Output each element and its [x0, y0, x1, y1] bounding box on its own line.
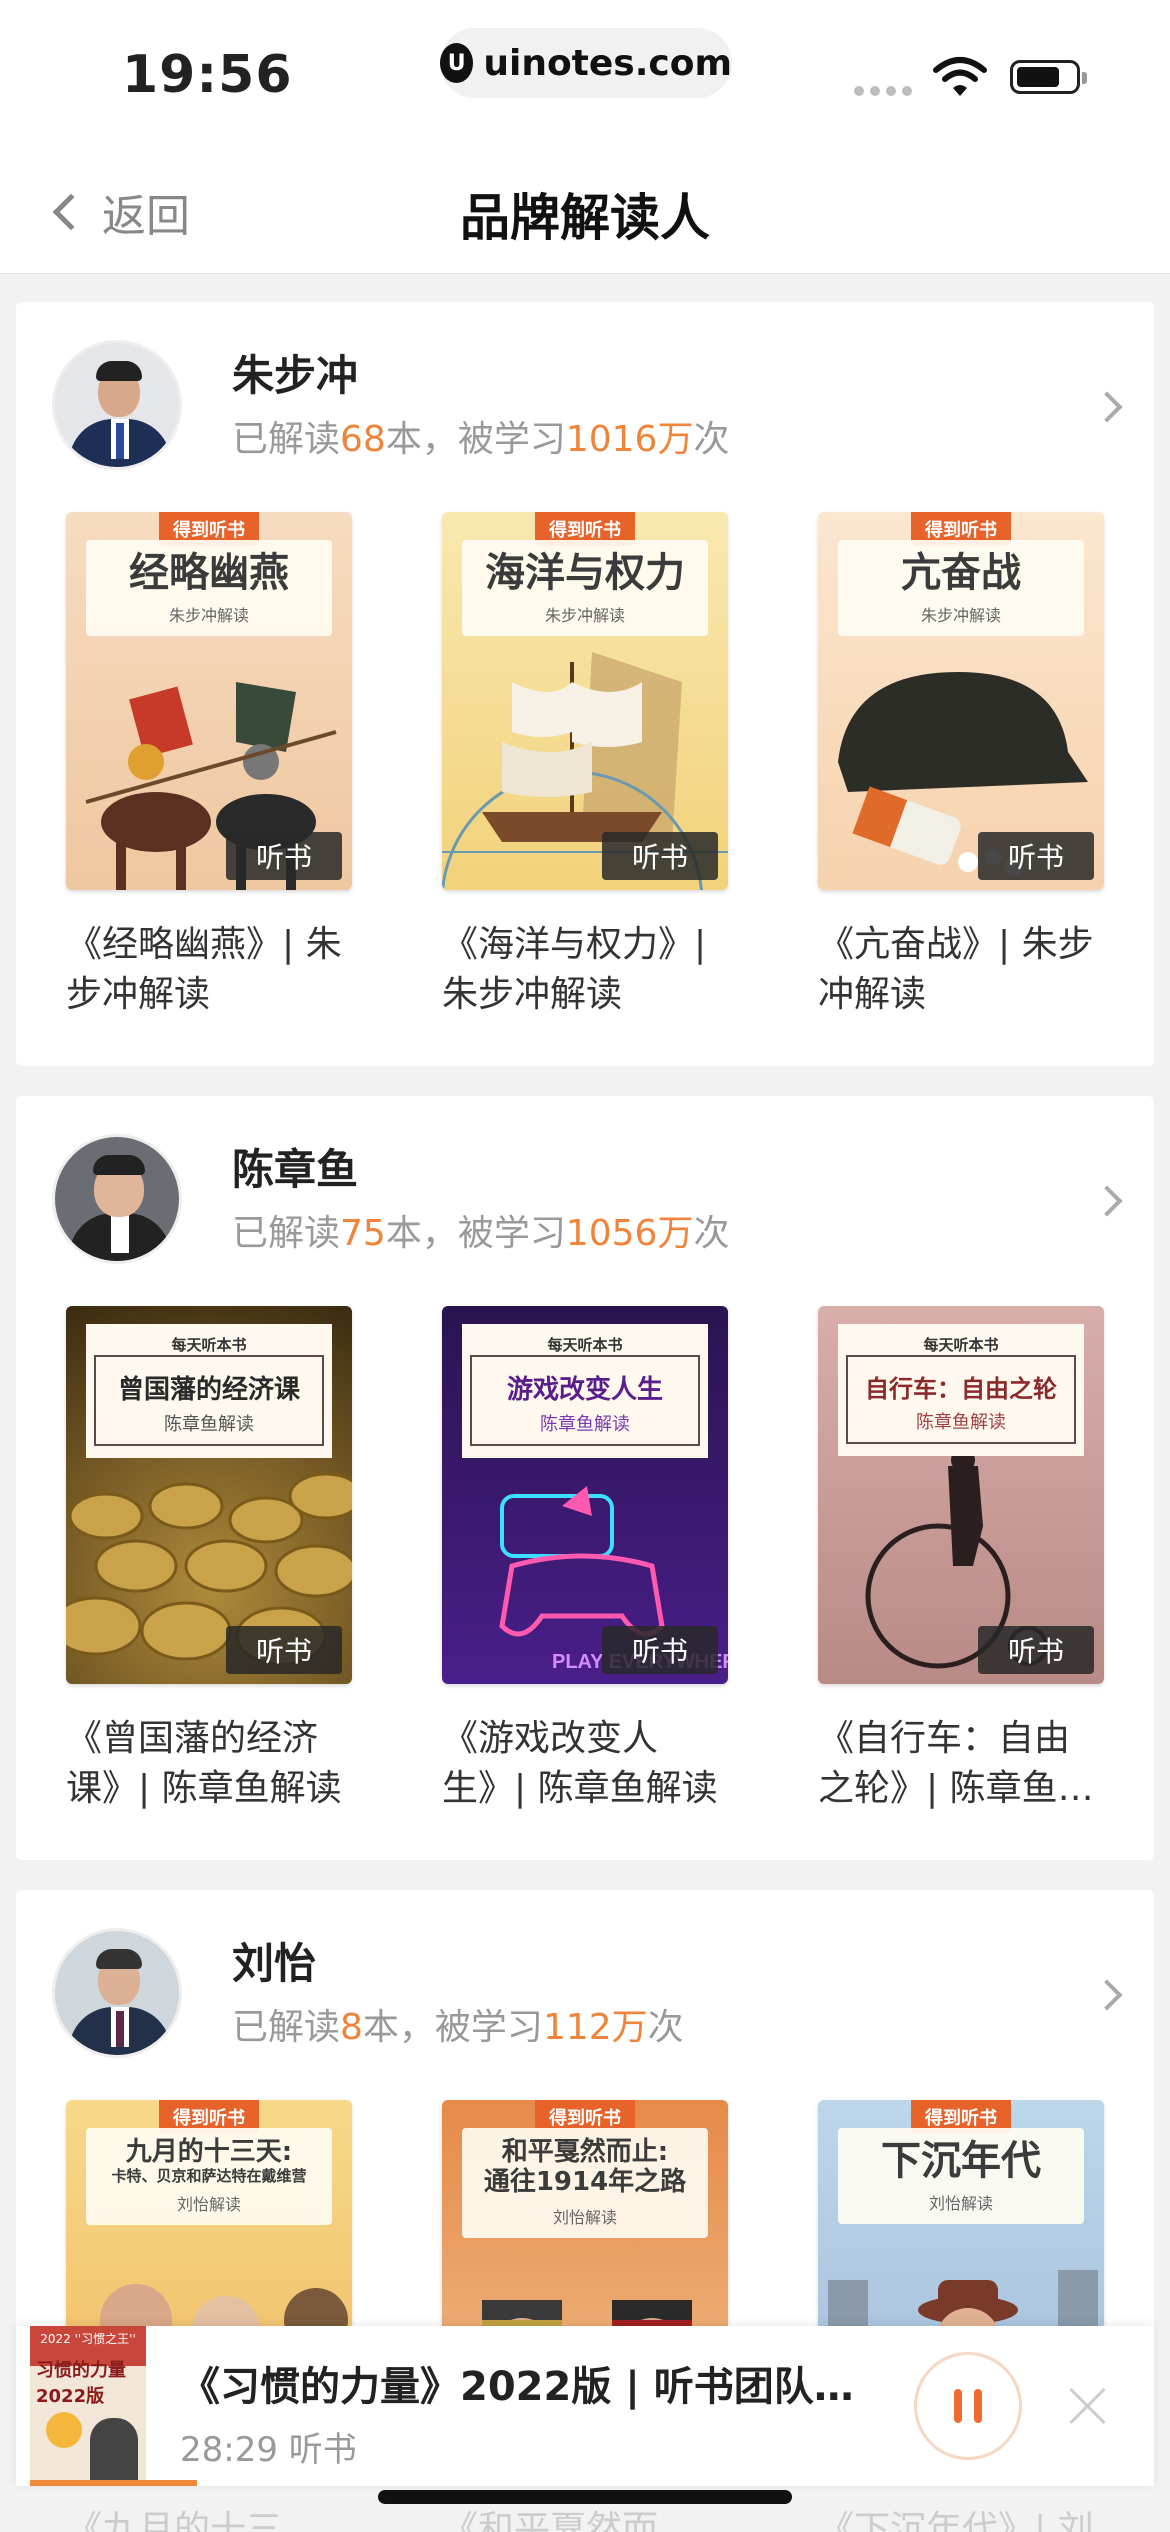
book-cover: PLAY EVERYWHERE 每天听本书 游戏改变人生陈章鱼解读 听书 — [442, 1306, 728, 1684]
author-name: 朱步冲 — [232, 351, 359, 400]
book-item[interactable]: 得到听书 海洋与权力 朱步冲解读 听书 《海洋与权力》| 朱步冲解读 — [442, 512, 728, 1020]
chevron-right-icon[interactable] — [1091, 1185, 1123, 1217]
book-title: 《曾国藩的经济课》| 陈章鱼解读 — [66, 1718, 342, 1809]
cover-title-plate: 亢奋战 朱步冲解读 — [838, 540, 1084, 636]
avatar — [52, 1928, 182, 2058]
author-stats: 已解读68本，被学习1016万次 — [232, 419, 730, 460]
page-title: 品牌解读人 — [460, 189, 710, 247]
cover-title-plate: 每天听本书 游戏改变人生 陈章鱼解读 — [462, 1324, 708, 1458]
player-subtitle: 28:29 听书 — [180, 2430, 357, 2470]
cover-title-plate: 下沉年代 刘怡解读 — [838, 2128, 1084, 2224]
cover-title-plate: 经略幽燕 朱步冲解读 — [86, 540, 332, 636]
nav-bar: 返回 品牌解读人 — [0, 140, 1170, 274]
book-item[interactable]: 每天听本书 曾国藩的经济课 陈章鱼解读 听书 《曾国藩的经济课》| 陈章鱼解读 — [66, 1306, 352, 1814]
cover-title-plate: 和平戛然而止: 通往1914年之路 刘怡解读 — [462, 2128, 708, 2238]
status-bar: 19:56 U uinotes.com — [0, 0, 1170, 140]
book-cover: 得到听书 海洋与权力 朱步冲解读 听书 — [442, 512, 728, 890]
cover-title-plate: 海洋与权力 朱步冲解读 — [462, 540, 708, 636]
book-title-peek: 《下沉年代》| 刘 — [818, 2509, 1094, 2532]
book-title: 《经略幽燕》| 朱步冲解读 — [66, 924, 342, 1015]
listen-badge: 听书 — [602, 1626, 718, 1674]
player-title: 《习惯的力量》2022版 | 听书团队… — [180, 2364, 854, 2410]
book-item[interactable]: 得到听书 亢奋战 朱步冲解读 听书 《亢奋战》| 朱步冲解读 — [818, 512, 1104, 1020]
book-cover: 每天听本书 自行车：自由之轮 陈章鱼解读 听书 — [818, 1306, 1104, 1684]
book-title-peek: 《和平戛然而 — [442, 2509, 659, 2532]
url-pill[interactable]: U uinotes.com — [440, 28, 732, 98]
mini-player[interactable]: 2022 ''习惯之王'' 习惯的力量 2022版 《习惯的力量》2022版 |… — [16, 2326, 1154, 2486]
book-item[interactable]: 得到听书 经略幽燕 朱步冲解读 听书 《经略幽燕》| 朱步冲解读 — [66, 512, 352, 1020]
book-title: 《自行车：自由之轮》| 陈章鱼… — [818, 1718, 1094, 1809]
home-indicator — [378, 2490, 792, 2504]
listen-badge: 听书 — [978, 832, 1094, 880]
listen-badge: 听书 — [978, 1626, 1094, 1674]
book-cover: 得到听书 经略幽燕 朱步冲解读 听书 — [66, 512, 352, 890]
book-item[interactable]: PLAY EVERYWHERE 每天听本书 游戏改变人生陈章鱼解读 听书 《游戏… — [442, 1306, 728, 1814]
player-cover: 2022 ''习惯之王'' 习惯的力量 2022版 — [30, 2326, 146, 2486]
avatar — [52, 1134, 182, 1264]
wifi-icon — [933, 57, 987, 96]
player-progress — [30, 2480, 197, 2486]
author-card[interactable]: 朱步冲 已解读68本，被学习1016万次 得到听书 经略幽燕 朱步冲解读 听书 … — [16, 302, 1154, 1066]
author-stats: 已解读75本，被学习1056万次 — [232, 1213, 730, 1254]
cover-title-plate: 每天听本书 曾国藩的经济课 陈章鱼解读 — [86, 1324, 332, 1458]
site-logo-icon: U — [440, 43, 474, 83]
author-stats: 已解读8本，被学习112万次 — [232, 2007, 684, 2048]
author-name: 陈章鱼 — [232, 1145, 359, 1194]
book-title-peek: 《九月的十三 — [66, 2509, 283, 2532]
chevron-right-icon[interactable] — [1091, 1979, 1123, 2011]
avatar — [52, 340, 182, 470]
book-item[interactable]: 每天听本书 自行车：自由之轮 陈章鱼解读 听书 《自行车：自由之轮》| 陈章鱼… — [818, 1306, 1104, 1814]
book-cover: 得到听书 亢奋战 朱步冲解读 听书 — [818, 512, 1104, 890]
chevron-right-icon[interactable] — [1091, 391, 1123, 423]
pause-button[interactable] — [914, 2352, 1022, 2460]
book-title: 《游戏改变人生》| 陈章鱼解读 — [442, 1718, 718, 1809]
cover-title-plate: 每天听本书 自行车：自由之轮 陈章鱼解读 — [838, 1324, 1084, 1456]
listen-badge: 听书 — [602, 832, 718, 880]
cover-title-plate: 九月的十三天: 卡特、贝京和萨达特在戴维营 刘怡解读 — [86, 2128, 332, 2226]
battery-icon — [1010, 60, 1087, 94]
signal-icon — [854, 86, 912, 96]
book-title: 《海洋与权力》| 朱步冲解读 — [442, 924, 707, 1015]
listen-badge: 听书 — [226, 832, 342, 880]
url-text: uinotes.com — [483, 42, 732, 84]
author-name: 刘怡 — [232, 1939, 317, 1988]
author-card[interactable]: 刘怡 已解读8本，被学习112万次 得到听书 九月的十三天: 卡特、贝京和萨达特… — [16, 1890, 1154, 2478]
author-card[interactable]: 陈章鱼 已解读75本，被学习1056万次 每天听本书 曾国藩的经济课 陈章鱼解读 … — [16, 1096, 1154, 1860]
book-title: 《亢奋战》| 朱步冲解读 — [818, 924, 1094, 1015]
status-time: 19:56 — [122, 45, 293, 105]
book-cover: 每天听本书 曾国藩的经济课 陈章鱼解读 听书 — [66, 1306, 352, 1684]
close-icon[interactable] — [1060, 2378, 1116, 2434]
listen-badge: 听书 — [226, 1626, 342, 1674]
clock-icon — [46, 2412, 82, 2448]
